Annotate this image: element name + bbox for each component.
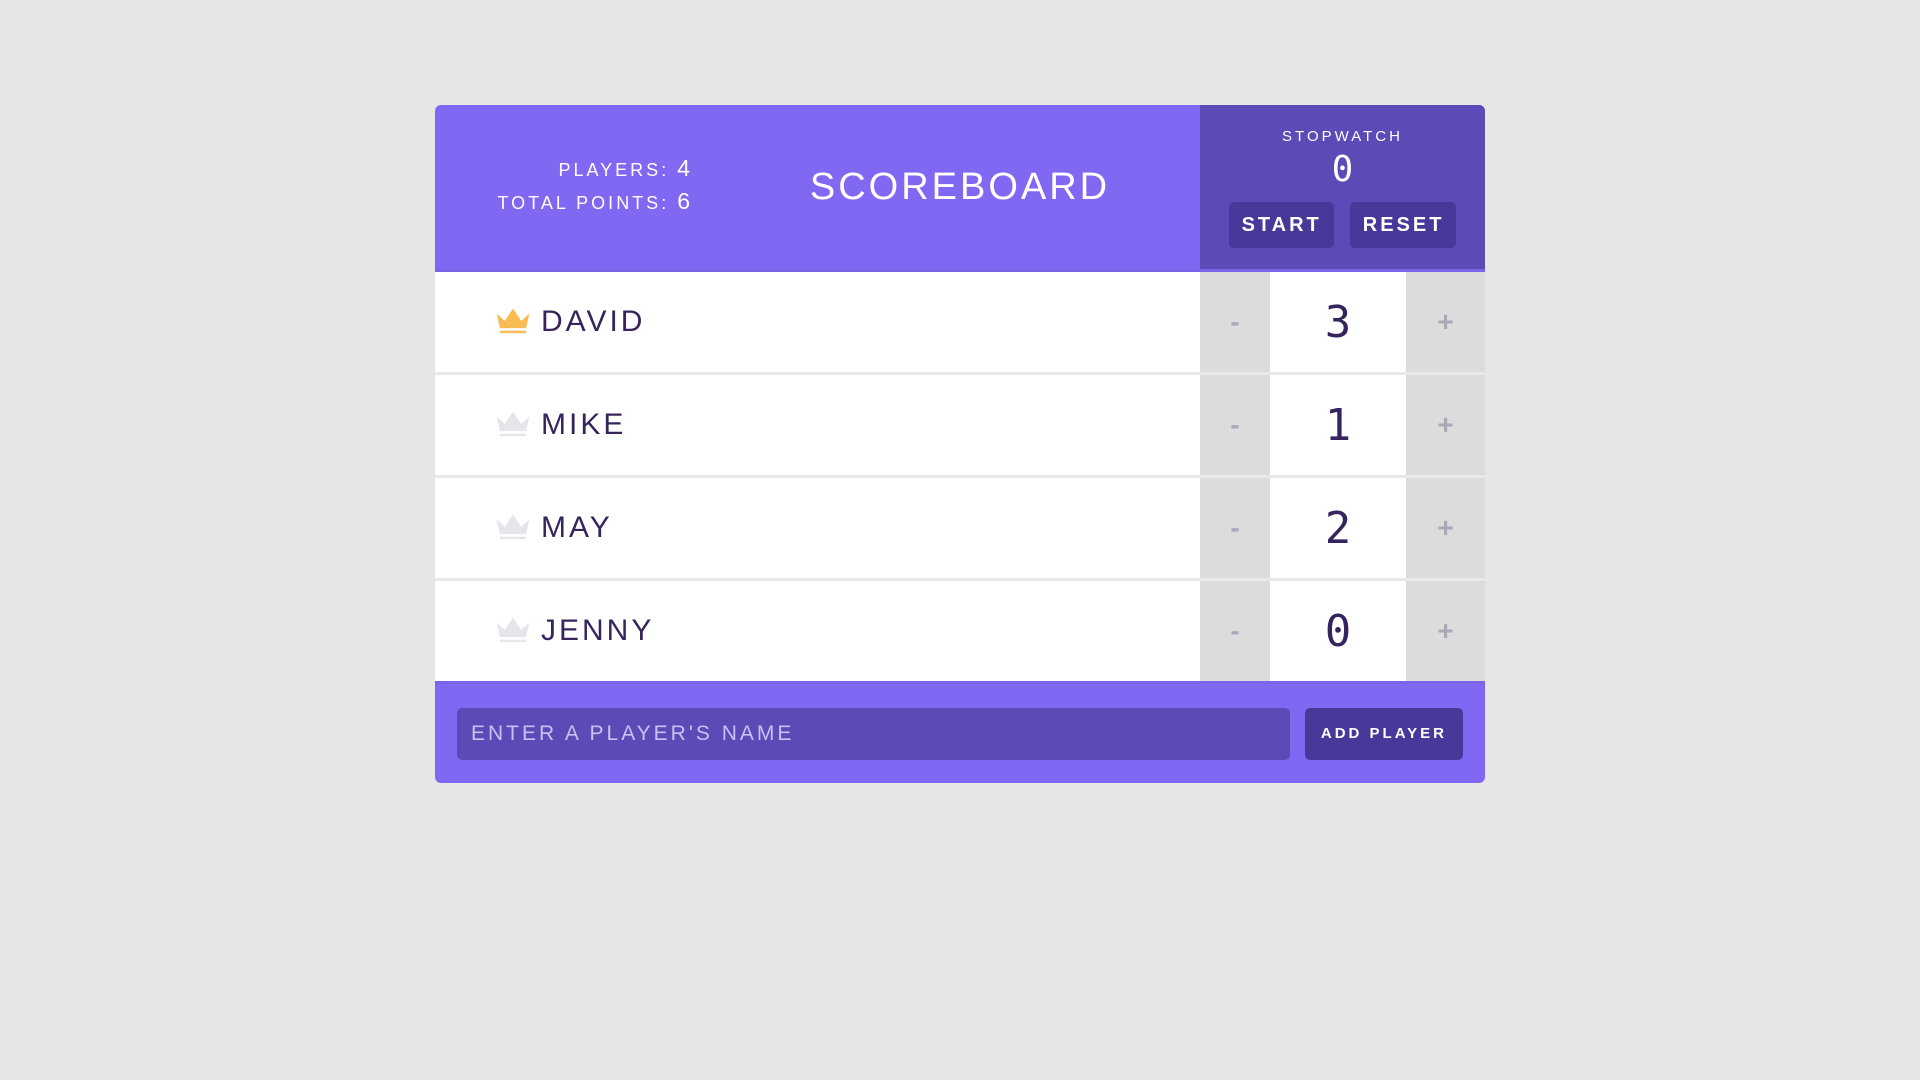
reset-button[interactable]: RESET	[1349, 202, 1457, 248]
crown-icon	[496, 308, 530, 334]
score-counter: - 0 +	[1200, 581, 1485, 681]
decrement-button[interactable]: -	[1200, 272, 1270, 372]
players-label: PLAYERS:	[558, 160, 670, 180]
increment-button[interactable]: +	[1406, 478, 1485, 578]
start-button[interactable]: START	[1228, 202, 1334, 248]
stopwatch-time: 0	[1331, 149, 1354, 190]
player-row: MAY - 2 +	[435, 478, 1485, 581]
score-counter: - 3 +	[1200, 272, 1485, 372]
stopwatch: STOPWATCH 0 START RESET	[1200, 105, 1485, 269]
players-count: 4	[677, 155, 690, 181]
increment-button[interactable]: +	[1406, 581, 1485, 681]
crown-icon	[496, 514, 530, 540]
player-score: 3	[1270, 272, 1406, 372]
stats: PLAYERS: 4 TOTAL POINTS: 6	[435, 105, 691, 269]
total-points-count: 6	[677, 188, 690, 214]
scoreboard: PLAYERS: 4 TOTAL POINTS: 6 SCOREBOARD ST…	[435, 105, 1485, 783]
decrement-button[interactable]: -	[1200, 478, 1270, 578]
score-counter: - 1 +	[1200, 375, 1485, 475]
player-name-cell: MAY	[435, 478, 1200, 578]
player-name-cell: JENNY	[435, 581, 1200, 681]
total-points-stat: TOTAL POINTS: 6	[435, 188, 691, 221]
crown-icon	[496, 617, 530, 643]
player-name: JENNY	[541, 614, 655, 647]
player-row: DAVID - 3 +	[435, 272, 1485, 375]
player-name-cell: DAVID	[435, 272, 1200, 372]
header: PLAYERS: 4 TOTAL POINTS: 6 SCOREBOARD ST…	[435, 105, 1485, 272]
add-player-form: ADD PLAYER	[435, 681, 1485, 783]
increment-button[interactable]: +	[1406, 272, 1485, 372]
crown-icon	[496, 411, 530, 437]
player-score: 2	[1270, 478, 1406, 578]
player-name-cell: MIKE	[435, 375, 1200, 475]
player-name: MAY	[541, 511, 613, 544]
decrement-button[interactable]: -	[1200, 581, 1270, 681]
stopwatch-label: STOPWATCH	[1282, 128, 1403, 145]
total-points-label: TOTAL POINTS:	[497, 193, 670, 213]
stopwatch-buttons: START RESET	[1200, 202, 1485, 248]
score-counter: - 2 +	[1200, 478, 1485, 578]
player-row: MIKE - 1 +	[435, 375, 1485, 478]
page-title: SCOREBOARD	[809, 165, 1111, 208]
players-stat: PLAYERS: 4	[435, 155, 690, 188]
player-name: MIKE	[541, 408, 627, 441]
player-name-input[interactable]	[457, 707, 1290, 760]
add-player-button[interactable]: ADD PLAYER	[1304, 707, 1463, 760]
decrement-button[interactable]: -	[1200, 375, 1270, 475]
increment-button[interactable]: +	[1406, 375, 1485, 475]
player-name: DAVID	[541, 305, 646, 338]
player-score: 1	[1270, 375, 1406, 475]
player-score: 0	[1270, 581, 1406, 681]
player-list: DAVID - 3 + MIKE - 1 + MAY - 2 + JENNY -…	[435, 272, 1485, 684]
player-row: JENNY - 0 +	[435, 581, 1485, 684]
